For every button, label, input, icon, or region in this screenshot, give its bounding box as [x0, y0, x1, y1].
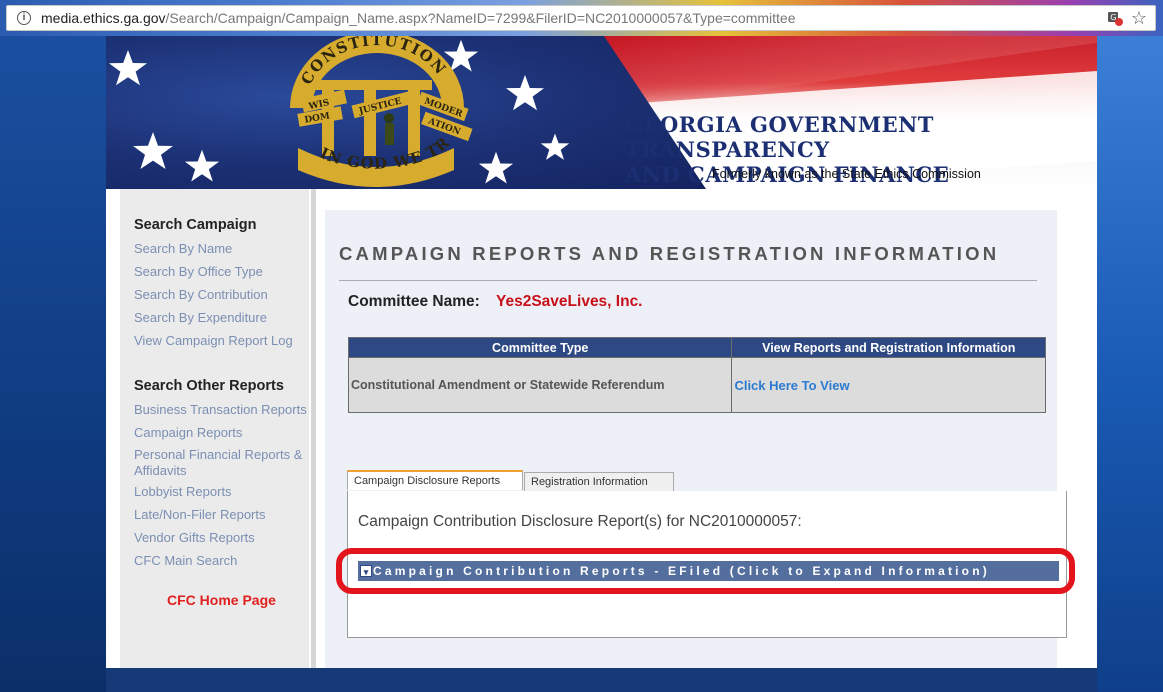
star-decoration: [506, 75, 544, 111]
star-icon[interactable]: ☆: [1131, 9, 1147, 27]
page-title: CAMPAIGN REPORTS AND REGISTRATION INFORM…: [339, 243, 1000, 264]
committee-table: Committee Type View Reports and Registra…: [347, 337, 1046, 413]
sidebar-link-search-by-office-type[interactable]: Search By Office Type: [134, 264, 263, 280]
sidebar: Search Campaign Search By Name Search By…: [106, 189, 316, 668]
table-header-committee-type: Committee Type: [347, 337, 733, 358]
translate-icon[interactable]: G: [1107, 10, 1123, 26]
state-seal-logo: CONSTITUTION WIS DOM JUSTICE MODER ATION…: [186, 36, 473, 187]
table-header-view-reports: View Reports and Registration Informatio…: [731, 337, 1046, 358]
committee-name-label: Committee Name:: [348, 293, 480, 310]
url-host: media.ethics.ga.gov: [41, 10, 166, 26]
tab-campaign-disclosure-reports[interactable]: Campaign Disclosure Reports: [347, 470, 523, 490]
site-title-line-1: GEORGIA GOVERNMENT TRANSPARENCY: [625, 112, 934, 162]
address-bar[interactable]: i media.ethics.ga.gov/Search/Campaign/Ca…: [6, 5, 1156, 31]
click-here-to-view-link[interactable]: Click Here To View: [731, 357, 1046, 413]
disclosure-heading: Campaign Contribution Disclosure Report(…: [358, 513, 802, 530]
sidebar-link-vendor-gifts[interactable]: Vendor Gifts Reports: [134, 530, 255, 546]
star-decoration: [109, 50, 147, 86]
page-background-bottom: [106, 668, 1097, 692]
sidebar-link-search-by-name[interactable]: Search By Name: [134, 241, 232, 257]
sidebar-link-business-transaction[interactable]: Business Transaction Reports: [134, 402, 307, 418]
committee-name-value: Yes2SaveLives, Inc.: [496, 293, 643, 310]
page-background-left: [0, 36, 106, 692]
url-path: /Search/Campaign/Campaign_Name.aspx?Name…: [165, 10, 796, 26]
committee-type-cell: Constitutional Amendment or Statewide Re…: [347, 357, 733, 413]
sidebar-heading-other-reports: Search Other Reports: [134, 378, 284, 394]
tab-registration-information[interactable]: Registration Information: [524, 472, 674, 492]
sidebar-link-search-by-expenditure[interactable]: Search By Expenditure: [134, 310, 267, 326]
header-banner: CONSTITUTION WIS DOM JUSTICE MODER ATION…: [106, 36, 1097, 189]
page-background-right: [1097, 36, 1163, 692]
sidebar-link-campaign-reports[interactable]: Campaign Reports: [134, 425, 242, 441]
sidebar-link-search-by-contribution[interactable]: Search By Contribution: [134, 287, 268, 303]
info-icon[interactable]: i: [17, 11, 31, 25]
highlight-annotation: [336, 548, 1075, 594]
star-decoration: [133, 132, 173, 170]
sidebar-link-personal-financial[interactable]: Personal Financial Reports & Affidavits: [134, 447, 309, 479]
sidebar-link-late-non-filer[interactable]: Late/Non-Filer Reports: [134, 507, 266, 523]
star-decoration: [540, 133, 570, 160]
main-content: CAMPAIGN REPORTS AND REGISTRATION INFORM…: [316, 189, 1097, 668]
sidebar-link-cfc-main-search[interactable]: CFC Main Search: [134, 553, 237, 569]
sidebar-heading-campaign: Search Campaign: [134, 217, 257, 233]
sidebar-link-lobbyist-reports[interactable]: Lobbyist Reports: [134, 484, 232, 500]
site-subtitle: Formerly known as the State Ethics Commi…: [712, 167, 981, 181]
cfc-home-link[interactable]: CFC Home Page: [167, 592, 276, 608]
sidebar-link-campaign-report-log[interactable]: View Campaign Report Log: [134, 333, 293, 349]
title-divider: [339, 280, 1037, 281]
table-row: Constitutional Amendment or Statewide Re…: [347, 357, 1046, 413]
